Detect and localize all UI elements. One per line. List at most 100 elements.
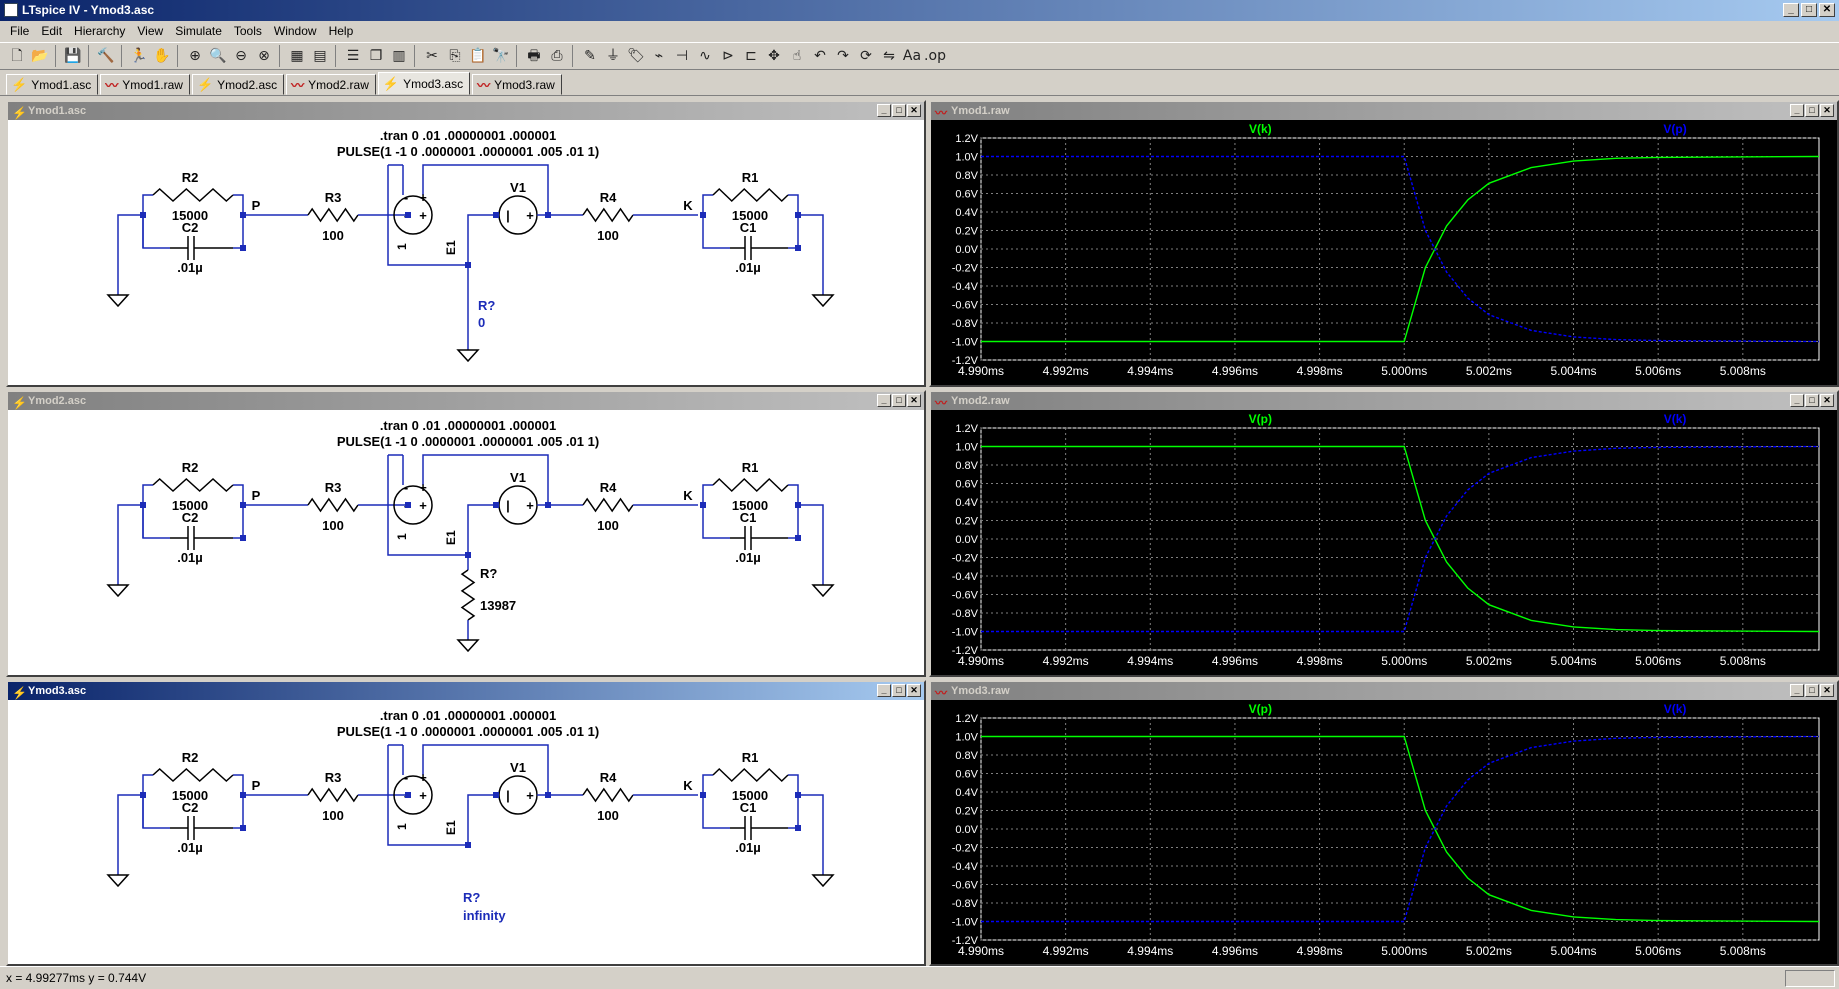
print-preview-icon[interactable]: 🖶 (523, 45, 545, 67)
redo-icon[interactable]: ↷ (832, 45, 854, 67)
schematic-window-ymod3[interactable]: ⚡ Ymod3.asc _ □ ✕ .tran 0 .01 .00000001 .00… (6, 680, 926, 966)
pane-minimize-button[interactable]: _ (877, 684, 891, 697)
save-icon[interactable]: 💾 (62, 45, 84, 67)
schematic-window-ymod2[interactable]: ⚡ Ymod2.asc _ □ ✕ .tran 0 .01 .00000001 .00… (6, 390, 926, 677)
spice-directive-icon[interactable]: .op (924, 45, 946, 67)
menu-simulate[interactable]: Simulate (169, 24, 228, 38)
y-tick-label: 0.6V (955, 769, 978, 781)
pane-minimize-button[interactable]: _ (1790, 104, 1804, 117)
schematic-window-ymod1[interactable]: ⚡ Ymod1.asc _ □ ✕ .tran 0 .01 .00000001 .00… (6, 100, 926, 387)
pane-close-button[interactable]: ✕ (1820, 684, 1834, 697)
schematic-canvas[interactable]: .tran 0 .01 .00000001 .000001 PULSE(1 -1 … (8, 120, 924, 385)
tab-ymod1-asc[interactable]: ⚡ Ymod1.asc (6, 74, 99, 95)
menu-edit[interactable]: Edit (35, 24, 68, 38)
menu-file[interactable]: File (4, 24, 35, 38)
waveform-plot[interactable]: 4.990ms 4.992ms 4.994ms 4.996ms 4.998ms 5.000… (931, 700, 1837, 964)
menu-window[interactable]: Window (268, 24, 323, 38)
pane-close-button[interactable]: ✕ (907, 684, 921, 697)
tab-ymod2-asc[interactable]: ⚡ Ymod2.asc (191, 74, 285, 95)
mirror-icon[interactable]: ⇋ (878, 45, 900, 67)
waveform-window-ymod2[interactable]: 〰 Ymod2.raw _ □ ✕ 4.990ms 4.992ms 4.994ms 4.99… (929, 390, 1839, 677)
net-label-p: P (252, 778, 261, 793)
menu-help[interactable]: Help (323, 24, 360, 38)
junction-dot (795, 792, 801, 798)
pane-maximize-button[interactable]: □ (892, 104, 906, 117)
pane-maximize-button[interactable]: □ (1805, 104, 1819, 117)
menu-view[interactable]: View (131, 24, 169, 38)
capacitor-icon[interactable]: ⊣ (671, 45, 693, 67)
tab-ymod3-raw[interactable]: 〰 Ymod3.raw (472, 74, 562, 95)
cascade-icon[interactable]: ❐ (365, 45, 387, 67)
schematic-canvas[interactable]: .tran 0 .01 .00000001 .000001 PULSE(1 -1 … (8, 700, 924, 964)
y-tick-label: 1.2V (955, 713, 978, 725)
junction-dot (493, 502, 499, 508)
e1-gain: 1 (395, 243, 409, 250)
pan-icon[interactable]: 🔍 (207, 45, 229, 67)
drag-icon[interactable]: ☝ (786, 45, 808, 67)
rotate-icon[interactable]: ⟳ (855, 45, 877, 67)
ground-icon[interactable]: ⏚ (602, 45, 624, 67)
pane-close-button[interactable]: ✕ (907, 394, 921, 407)
delete-trace-icon[interactable]: ▤ (309, 45, 331, 67)
text-icon[interactable]: Aa (901, 45, 923, 67)
undo-icon[interactable]: ↶ (809, 45, 831, 67)
resistor-r1 (712, 187, 789, 203)
pane-minimize-button[interactable]: _ (1790, 394, 1804, 407)
c1-value: .01µ (735, 260, 761, 275)
halt-icon[interactable]: ✋ (151, 45, 173, 67)
tab-ymod3-asc[interactable]: ⚡ Ymod3.asc (377, 72, 471, 95)
draw-wire-icon[interactable]: ✎ (579, 45, 601, 67)
pane-maximize-button[interactable]: □ (892, 684, 906, 697)
tile-vertical-icon[interactable]: ▥ (388, 45, 410, 67)
pane-close-button[interactable]: ✕ (907, 104, 921, 117)
open-folder-icon[interactable]: 📂 (29, 45, 51, 67)
control-panel-icon[interactable]: 🔨 (95, 45, 117, 67)
print-icon[interactable]: ⎙ (546, 45, 568, 67)
menu-tools[interactable]: Tools (228, 24, 268, 38)
tile-horizontal-icon[interactable]: ☰ (342, 45, 364, 67)
paste-icon[interactable]: 📋 (467, 45, 489, 67)
waveform-plot[interactable]: 4.990ms 4.992ms 4.994ms 4.996ms 4.998ms 5.000… (931, 410, 1837, 675)
pane-maximize-button[interactable]: □ (1805, 394, 1819, 407)
inductor-icon[interactable]: ∿ (694, 45, 716, 67)
r1-label: R1 (742, 460, 759, 475)
zoom-out-icon[interactable]: ⊖ (230, 45, 252, 67)
zoom-fit-icon[interactable]: ⊗ (253, 45, 275, 67)
component-icon[interactable]: ⊏ (740, 45, 762, 67)
schematic-canvas[interactable]: .tran 0 .01 .00000001 .000001 PULSE(1 -1 … (8, 410, 924, 675)
move-icon[interactable]: ✥ (763, 45, 785, 67)
y-tick-label: -0.4V (952, 571, 979, 583)
menu-hierarchy[interactable]: Hierarchy (68, 24, 131, 38)
pane-close-button[interactable]: ✕ (1820, 104, 1834, 117)
pane-minimize-button[interactable]: _ (877, 104, 891, 117)
pane-minimize-button[interactable]: _ (1790, 684, 1804, 697)
cut-icon[interactable]: ✂ (421, 45, 443, 67)
copy-icon[interactable]: ⎘ (444, 45, 466, 67)
new-schematic-icon[interactable]: 🗋 (6, 45, 28, 67)
zoom-in-icon[interactable]: ⊕ (184, 45, 206, 67)
pane-maximize-button[interactable]: □ (1805, 684, 1819, 697)
wire (388, 454, 404, 485)
maximize-button[interactable]: □ (1801, 3, 1817, 17)
tab-ymod1-raw[interactable]: 〰 Ymod1.raw (100, 74, 190, 95)
junction-dot (545, 502, 551, 508)
y-tick-label: -0.6V (952, 880, 979, 892)
tab-ymod2-raw[interactable]: 〰 Ymod2.raw (286, 74, 376, 95)
pane-minimize-button[interactable]: _ (877, 394, 891, 407)
minimize-button[interactable]: _ (1783, 3, 1799, 17)
diode-icon[interactable]: ⊳ (717, 45, 739, 67)
pane-title-bar: ⚡ Ymod2.asc _ □ ✕ (8, 392, 924, 410)
pane-maximize-button[interactable]: □ (892, 394, 906, 407)
find-icon[interactable]: 🔭 (490, 45, 512, 67)
run-icon[interactable]: 🏃 (128, 45, 150, 67)
close-button[interactable]: ✕ (1819, 3, 1835, 17)
resistor-icon[interactable]: ⌁ (648, 45, 670, 67)
waveform-window-ymod3[interactable]: 〰 Ymod3.raw _ □ ✕ 4.990ms 4.992ms 4.994ms 4.99… (929, 680, 1839, 966)
waveform-plot[interactable]: 4.990ms 4.992ms 4.994ms 4.996ms 4.998ms 5.000… (931, 120, 1837, 385)
label-net-icon[interactable]: 🏷 (625, 45, 647, 67)
waveform-window-ymod1[interactable]: 〰 Ymod1.raw _ □ ✕ 4.990ms 4.992ms 4.994ms 4.99… (929, 100, 1839, 387)
autorange-icon[interactable]: ▦ (286, 45, 308, 67)
capacitor-c1 (730, 526, 788, 550)
pane-close-button[interactable]: ✕ (1820, 394, 1834, 407)
junction-dot (140, 792, 146, 798)
